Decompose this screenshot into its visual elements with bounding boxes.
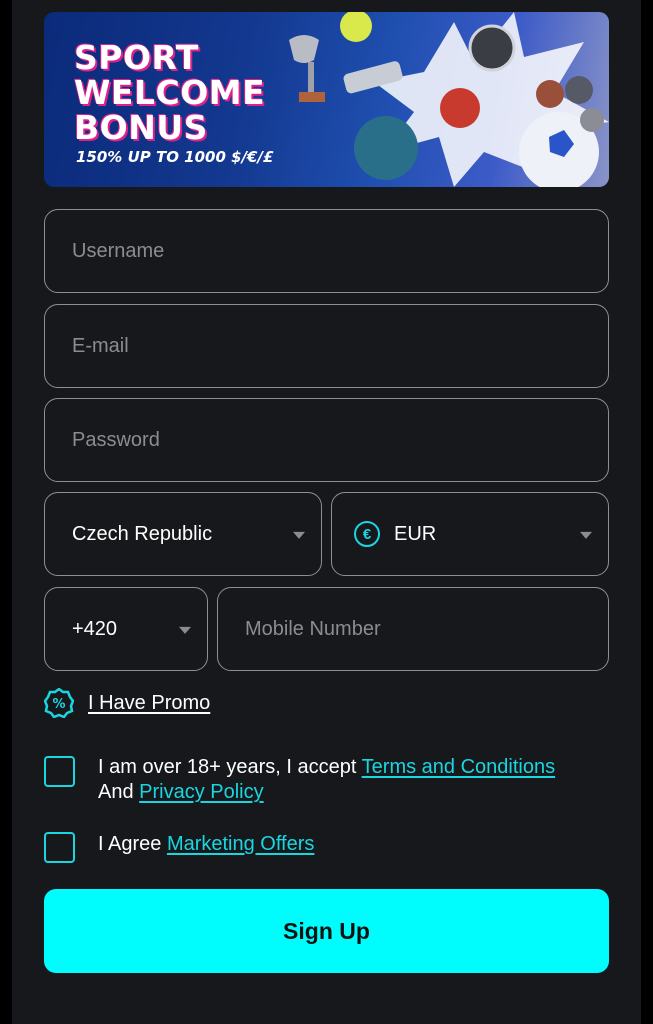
marketing-prefix: I Agree: [98, 833, 167, 855]
username-input[interactable]: [45, 210, 608, 292]
currency-select[interactable]: € EUR: [331, 492, 609, 576]
mobile-number-field[interactable]: [217, 587, 609, 671]
promo-link[interactable]: I Have Promo: [88, 692, 210, 715]
username-field[interactable]: [44, 209, 609, 293]
welcome-bonus-banner[interactable]: SPORT WELCOME BONUS 150% UP TO 1000 $/€/…: [44, 12, 609, 187]
marketing-text: I Agree Marketing Offers: [98, 832, 598, 857]
password-field[interactable]: [44, 398, 609, 482]
terms-text: I am over 18+ years, I accept Terms and …: [98, 755, 598, 805]
svg-text:%: %: [52, 697, 65, 712]
country-value: Czech Republic: [72, 522, 213, 545]
chevron-down-icon: [179, 626, 191, 634]
phone-code-select[interactable]: +420: [44, 587, 208, 671]
email-field[interactable]: [44, 304, 609, 388]
promo-toggle[interactable]: % I Have Promo: [44, 688, 210, 718]
promo-badge-icon: %: [44, 688, 74, 718]
marketing-checkbox[interactable]: [44, 832, 75, 863]
marketing-link[interactable]: Marketing Offers: [167, 833, 314, 855]
euro-icon: €: [354, 521, 380, 547]
terms-prefix: I am over 18+ years, I accept: [98, 756, 362, 778]
chevron-down-icon: [580, 531, 592, 539]
password-input[interactable]: [45, 399, 608, 481]
country-select[interactable]: Czech Republic: [44, 492, 322, 576]
sign-up-button[interactable]: Sign Up: [44, 889, 609, 973]
terms-link[interactable]: Terms and Conditions: [362, 756, 555, 778]
terms-checkbox[interactable]: [44, 756, 75, 787]
mobile-number-input[interactable]: [218, 588, 608, 670]
banner-title: SPORT WELCOME BONUS: [74, 38, 266, 147]
currency-value: EUR: [394, 522, 437, 545]
email-input[interactable]: [45, 305, 608, 387]
privacy-link[interactable]: Privacy Policy: [139, 781, 263, 803]
phone-code-value: +420: [72, 617, 118, 640]
terms-and: And: [98, 781, 140, 803]
banner-subtitle: 150% UP TO 1000 $/€/£: [76, 148, 274, 166]
chevron-down-icon: [293, 531, 305, 539]
